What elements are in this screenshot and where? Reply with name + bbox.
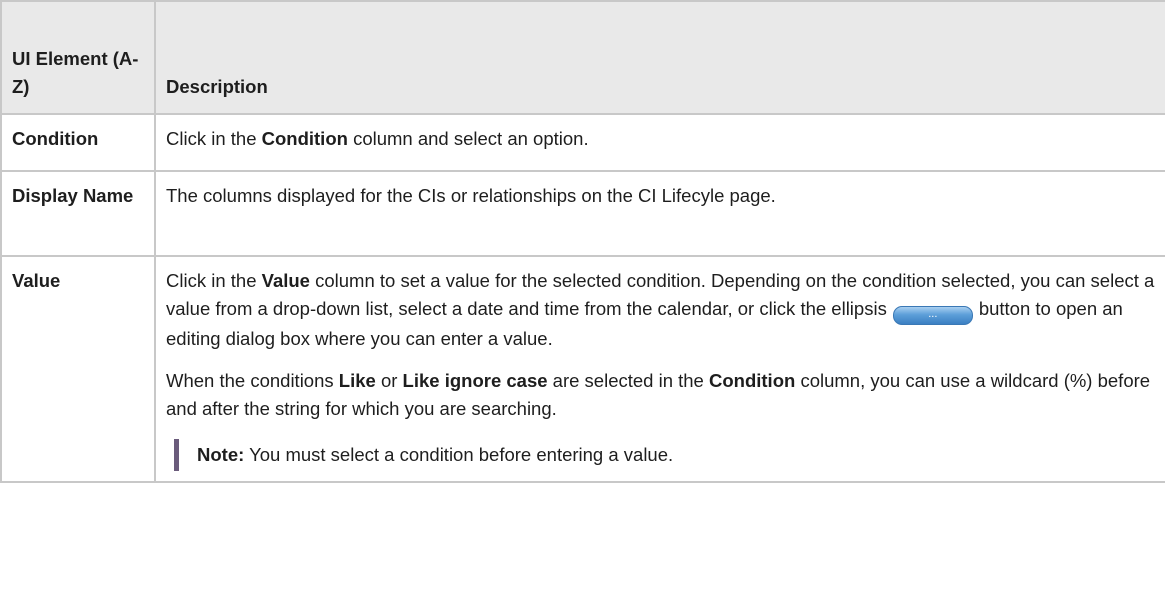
note-label: Note:	[197, 444, 245, 465]
description-text: When the conditions	[166, 370, 339, 391]
header-ui-element: UI Element (A-Z)	[0, 0, 156, 115]
ui-element-name: Display Name	[0, 170, 156, 257]
description-bold: Like	[338, 370, 376, 391]
ellipsis-button[interactable]: ...	[892, 306, 973, 325]
description-cell: Click in the Value column to set a value…	[154, 255, 1165, 483]
description-bold: Condition	[261, 128, 348, 149]
table-row: Value Click in the Value column to set a…	[0, 255, 1165, 483]
table-header-row: UI Element (A-Z) Description	[0, 0, 1165, 115]
description-paragraph: Click in the Value column to set a value…	[166, 267, 1157, 353]
description-paragraph: When the conditions Like or Like ignore …	[166, 367, 1157, 423]
table-row: Display Name The columns displayed for t…	[0, 170, 1165, 257]
description-text: or	[375, 370, 403, 391]
table-row: Condition Click in the Condition column …	[0, 113, 1165, 172]
ui-element-table: UI Element (A-Z) Description Condition C…	[0, 0, 1165, 483]
description-text: are selected in the	[547, 370, 709, 391]
description-text: Click in the	[166, 270, 262, 291]
description-cell: The columns displayed for the CIs or rel…	[154, 170, 1165, 257]
header-description: Description	[154, 0, 1165, 115]
ui-element-name: Value	[0, 255, 156, 483]
note-text: You must select a condition before enter…	[244, 444, 674, 465]
ui-element-name: Condition	[0, 113, 156, 172]
description-text: Click in the	[166, 128, 262, 149]
description-bold: Value	[261, 270, 310, 291]
note-callout: Note: You must select a condition before…	[174, 439, 1157, 471]
description-bold: Like ignore case	[402, 370, 548, 391]
description-text: column and select an option.	[347, 128, 589, 149]
description-cell: Click in the Condition column and select…	[154, 113, 1165, 172]
description-bold: Condition	[709, 370, 796, 391]
